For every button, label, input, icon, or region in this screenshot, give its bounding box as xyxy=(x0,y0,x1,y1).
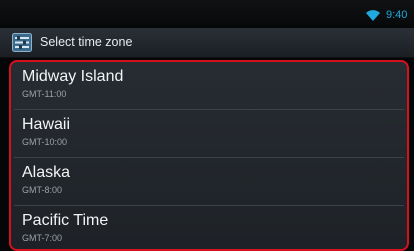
time-zone-name: Alaska xyxy=(22,164,71,181)
list-item-hawaii[interactable]: Hawaii GMT-10:00 xyxy=(11,110,407,158)
list-item-alaska[interactable]: Alaska GMT-8:00 xyxy=(11,158,407,206)
time-zone-name: Pacific Time xyxy=(22,212,109,229)
wifi-icon xyxy=(366,10,380,21)
time-zone-offset: GMT-7:00 xyxy=(22,233,63,243)
status-clock: 9:40 xyxy=(386,9,408,21)
status-bar: 9:40 xyxy=(0,0,414,28)
time-zone-offset: GMT-10:00 xyxy=(22,137,68,147)
time-zone-name: Midway Island xyxy=(22,68,124,85)
list-item-midway-island[interactable]: Midway Island GMT-11:00 xyxy=(11,62,407,110)
time-zone-name: Hawaii xyxy=(22,116,71,133)
page-title: Select time zone xyxy=(40,35,133,49)
list-item-pacific-time[interactable]: Pacific Time GMT-7:00 xyxy=(11,206,407,249)
settings-app-icon xyxy=(12,33,32,52)
screen: 9:40 Select time zone Midway Island GMT-… xyxy=(0,0,414,251)
time-zone-list[interactable]: Midway Island GMT-11:00 Hawaii GMT-10:00… xyxy=(9,60,409,251)
time-zone-offset: GMT-11:00 xyxy=(22,89,67,99)
time-zone-offset: GMT-8:00 xyxy=(22,185,63,195)
